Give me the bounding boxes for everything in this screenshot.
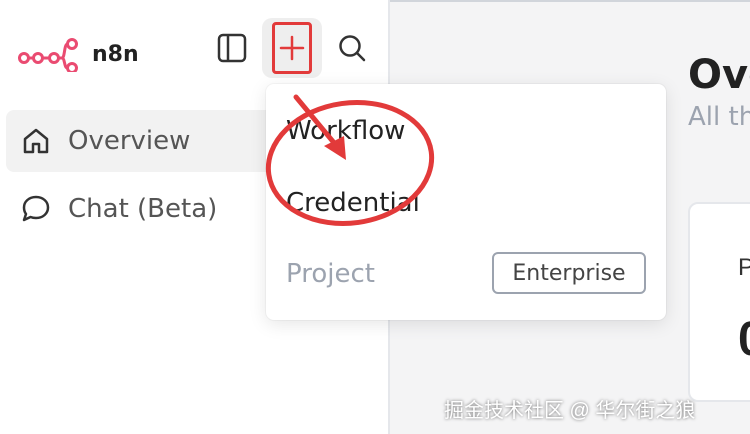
n8n-logo-icon (18, 38, 78, 72)
menu-item-project: Project (286, 259, 375, 289)
enterprise-badge: Enterprise (492, 252, 646, 294)
add-new-button[interactable] (262, 18, 322, 78)
toggle-sidebar-button[interactable] (210, 26, 254, 70)
stat-value: 0 (738, 312, 750, 367)
highlight-box (272, 22, 312, 74)
app-logo[interactable]: n8n (18, 36, 139, 72)
stat-card: P 0 (688, 202, 750, 402)
page-title: Ove (688, 52, 750, 98)
stat-label: P (738, 254, 750, 281)
sidebar-item-label: Chat (Beta) (68, 194, 218, 224)
search-button[interactable] (330, 26, 374, 70)
plus-icon (279, 35, 305, 61)
app-name: n8n (92, 41, 139, 67)
create-dropdown-menu: Workflow Credential Project Enterprise (266, 84, 666, 320)
chat-bubble-icon (22, 195, 50, 222)
sidebar-panel-icon (217, 33, 247, 63)
page-subtitle: All th (688, 102, 750, 132)
home-icon (23, 128, 49, 154)
sidebar-item-label: Overview (68, 126, 191, 156)
menu-item-credential[interactable]: Credential (286, 188, 420, 218)
menu-item-workflow[interactable]: Workflow (286, 116, 405, 146)
watermark: 掘金技术社区 @ 华尔街之狼 (444, 400, 696, 422)
search-icon (339, 35, 366, 62)
